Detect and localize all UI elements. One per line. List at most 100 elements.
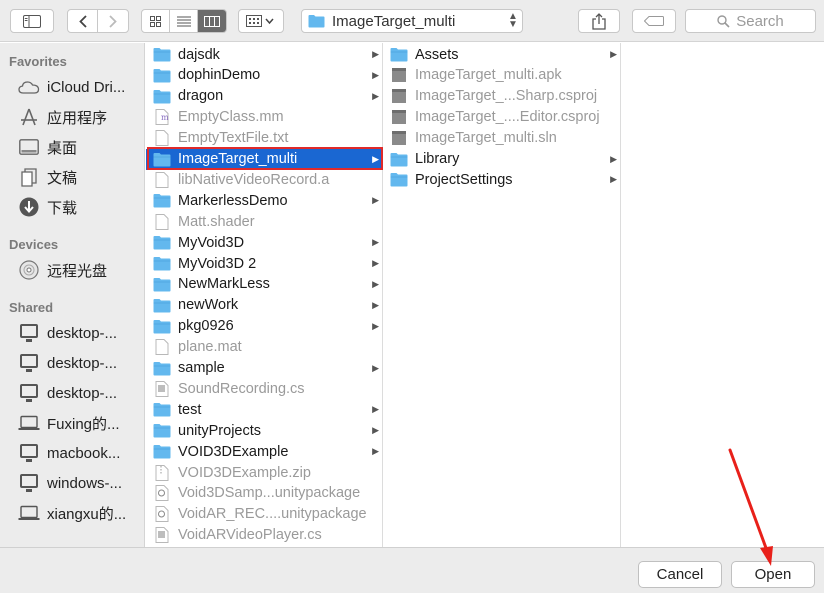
folder-row[interactable]: ImageTarget_multi ▶: [146, 148, 382, 170]
sidebar-header-favorites: Favorites: [9, 54, 67, 69]
search-icon: [717, 14, 730, 28]
folder-row[interactable]: MarkerlessDemo ▶: [146, 190, 382, 211]
sidebar-item-icloud[interactable]: iCloud Dri...: [18, 76, 125, 98]
row-label: EmptyTextFile.txt: [178, 130, 289, 147]
row-label: ProjectSettings: [415, 171, 513, 188]
file-row[interactable]: ImageTarget_multi.sln: [383, 128, 620, 149]
row-label: ImageTarget_....Editor.csproj: [415, 109, 600, 126]
sidebar: Favorites iCloud Dri... 应用程序 桌面 文稿 下载 De…: [0, 43, 145, 547]
sidebar-item-shared-macbook[interactable]: macbook...: [18, 442, 120, 464]
column-1: dajsdk ▶ dophinDemo ▶ dragon ▶ m EmptyClass.mm E…: [146, 43, 383, 547]
folder-row[interactable]: dragon ▶: [146, 86, 382, 107]
file-row[interactable]: m EmptyClass.mm: [146, 107, 382, 128]
sidebar-item-documents[interactable]: 文稿: [18, 166, 77, 188]
search-field[interactable]: Search: [685, 9, 816, 33]
sidebar-item-shared-desktop-2[interactable]: desktop-...: [18, 352, 117, 374]
tag-button[interactable]: [632, 9, 676, 33]
folder-row[interactable]: pkg0926 ▶: [146, 316, 382, 337]
file-icon: [390, 130, 408, 146]
folder-row[interactable]: dophinDemo ▶: [146, 65, 382, 86]
folder-row[interactable]: newWork ▶: [146, 295, 382, 316]
folder-icon: [153, 360, 171, 376]
back-button[interactable]: [68, 10, 98, 32]
search-placeholder: Search: [736, 12, 784, 30]
row-label: VOID3DExample: [178, 443, 289, 460]
file-row[interactable]: VOID3DExample.zip: [146, 462, 382, 483]
folder-row[interactable]: unityProjects ▶: [146, 420, 382, 441]
back-icon: [78, 14, 87, 28]
sidebar-item-shared-windows[interactable]: windows-...: [18, 472, 122, 494]
sidebar-toggle-icon: [23, 14, 41, 28]
folder-icon: [390, 172, 408, 188]
sidebar-item-desktop[interactable]: 桌面: [18, 136, 77, 158]
folder-row[interactable]: NewMarkLess ▶: [146, 274, 382, 295]
row-label: Assets: [415, 46, 459, 63]
toolbar: ImageTarget_multi ▲ ▼ Search: [0, 0, 824, 42]
file-row[interactable]: VoidAR_REC....unitypackage: [146, 504, 382, 525]
file-row[interactable]: VoidARVideoPlayer.cs: [146, 525, 382, 546]
disclosure-arrow-icon: ▶: [372, 278, 379, 289]
file-row[interactable]: EmptyTextFile.txt: [146, 128, 382, 149]
row-label: MyVoid3D: [178, 234, 245, 251]
folder-row[interactable]: ProjectSettings ▶: [383, 169, 620, 190]
file-icon: [153, 527, 171, 544]
folder-icon: [153, 318, 171, 334]
group-button[interactable]: [238, 9, 284, 33]
sidebar-item-shared-fuxing[interactable]: Fuxing的...: [18, 412, 120, 434]
folder-icon: [153, 47, 171, 63]
row-label: unityProjects: [178, 422, 262, 439]
file-row[interactable]: ImageTarget_....Editor.csproj: [383, 107, 620, 128]
folder-row[interactable]: test ▶: [146, 399, 382, 420]
sidebar-item-shared-desktop-3[interactable]: desktop-...: [18, 382, 117, 404]
sidebar-item-downloads[interactable]: 下载: [18, 196, 77, 218]
folder-row[interactable]: MyVoid3D 2 ▶: [146, 253, 382, 274]
folder-icon: [153, 256, 171, 272]
file-icon: [153, 339, 171, 356]
file-icon: [153, 171, 171, 188]
file-row[interactable]: Void3DSamp...unitypackage: [146, 483, 382, 504]
path-popup[interactable]: ImageTarget_multi ▲ ▼: [301, 9, 523, 33]
forward-button[interactable]: [98, 10, 128, 32]
group-icon: [246, 15, 274, 27]
folder-row[interactable]: VOID3DExample ▶: [146, 441, 382, 462]
disclosure-arrow-icon: ▶: [372, 69, 379, 80]
forward-icon: [109, 14, 117, 28]
row-label: MyVoid3D 2: [178, 255, 257, 272]
folder-row[interactable]: MyVoid3D ▶: [146, 232, 382, 253]
sidebar-toggle-button[interactable]: [10, 9, 54, 33]
file-icon: [390, 88, 408, 104]
folder-row[interactable]: Assets ▶: [383, 44, 620, 65]
disclosure-arrow-icon: ▶: [610, 174, 617, 185]
folder-icon: [153, 297, 171, 313]
file-icon: [390, 67, 408, 83]
file-row[interactable]: ImageTarget_...Sharp.csproj: [383, 86, 620, 107]
row-label: EmptyClass.mm: [178, 109, 284, 126]
sidebar-item-label: Fuxing的...: [47, 415, 120, 433]
folder-icon: [153, 444, 171, 460]
monitor-icon: [18, 383, 40, 403]
share-button[interactable]: [578, 9, 620, 33]
column-view-button[interactable]: [198, 10, 226, 32]
list-view-icon: [176, 16, 191, 26]
icon-view-button[interactable]: [142, 10, 170, 32]
file-row[interactable]: plane.mat: [146, 337, 382, 358]
file-row[interactable]: SoundRecording.cs: [146, 378, 382, 399]
folder-row[interactable]: Library ▶: [383, 149, 620, 170]
sidebar-item-shared-xiangxu[interactable]: xiangxu的...: [18, 502, 126, 524]
file-row[interactable]: Matt.shader: [146, 211, 382, 232]
file-row[interactable]: ImageTarget_multi.apk: [383, 65, 620, 86]
folder-row[interactable]: sample ▶: [146, 358, 382, 379]
sidebar-item-applications[interactable]: 应用程序: [18, 106, 107, 128]
open-button[interactable]: Open: [731, 561, 815, 588]
list-view-button[interactable]: [170, 10, 198, 32]
applications-icon: [18, 107, 40, 127]
file-row[interactable]: libNativeVideoRecord.a: [146, 169, 382, 190]
file-icon: m: [153, 109, 171, 126]
sidebar-item-label: 应用程序: [47, 109, 108, 127]
folder-row[interactable]: dajsdk ▶: [146, 44, 382, 65]
row-label: ImageTarget_multi.sln: [415, 130, 557, 147]
row-label: VoidAR_REC....unitypackage: [178, 506, 367, 523]
sidebar-item-remote-disc[interactable]: 远程光盘: [18, 259, 107, 281]
sidebar-item-shared-desktop-1[interactable]: desktop-...: [18, 322, 117, 344]
cancel-button[interactable]: Cancel: [638, 561, 722, 588]
